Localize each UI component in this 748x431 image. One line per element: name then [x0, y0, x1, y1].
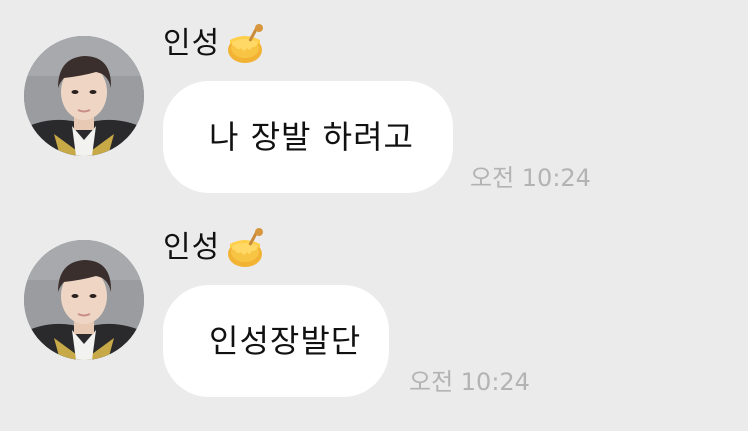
- avatar[interactable]: [24, 240, 144, 360]
- honey-pot-icon: [225, 228, 267, 268]
- message-timestamp: 오전 10:24: [470, 164, 591, 192]
- avatar-photo: [24, 240, 144, 360]
- sender-row: 인성: [163, 22, 267, 66]
- message-text: 인성장발단: [209, 322, 362, 360]
- chat-screen: 인성 나 장발 하려고 오전 10:24 인성 인성장발단 오전 10:24: [0, 0, 748, 431]
- message-timestamp: 오전 10:24: [409, 368, 530, 396]
- message-bubble[interactable]: 나 장발 하려고: [163, 81, 453, 193]
- avatar[interactable]: [24, 36, 144, 156]
- sender-name: 인성: [163, 230, 221, 265]
- message-text: 나 장발 하려고: [209, 118, 414, 156]
- honey-pot-icon: [225, 24, 267, 64]
- sender-row: 인성: [163, 226, 267, 270]
- message-bubble[interactable]: 인성장발단: [163, 285, 389, 397]
- sender-name: 인성: [163, 26, 221, 61]
- avatar-photo: [24, 36, 144, 156]
